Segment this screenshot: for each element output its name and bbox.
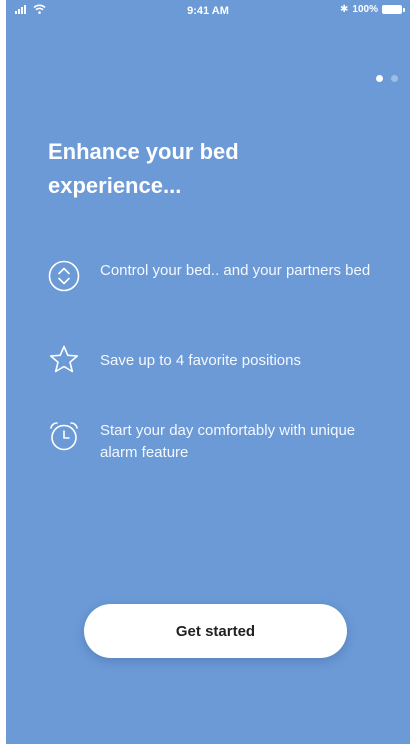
- feature-text: Save up to 4 favorite positions: [100, 352, 301, 369]
- page-dot-1: [376, 75, 383, 82]
- feature-text: Start your day comfortably with unique a…: [100, 422, 356, 461]
- status-right: ✱ 100%: [340, 4, 405, 15]
- star-icon: [49, 345, 79, 373]
- feature-item: Save up to 4 favorite positions: [48, 344, 378, 376]
- battery-percent: 100%: [352, 4, 378, 15]
- alarm-clock-icon: [50, 422, 78, 451]
- feature-item: Control your bed.. and your partners bed: [48, 260, 378, 292]
- onboarding-screen: 9:41 AM ✱ 100% Enhance your bed experien…: [6, 0, 410, 744]
- up-down-arrows-icon: [48, 260, 80, 292]
- page-indicator: [376, 75, 398, 82]
- onboarding-headline: Enhance your bed experience...: [48, 139, 239, 198]
- feature-text: Control your bed.. and your partners bed: [100, 262, 371, 279]
- page-dot-2: [391, 75, 398, 82]
- bluetooth-icon: ✱: [340, 4, 349, 15]
- get-started-button[interactable]: Get started: [84, 604, 347, 658]
- feature-item: Start your day comfortably with unique a…: [48, 420, 378, 464]
- battery-icon: [382, 5, 405, 14]
- status-bar: 9:41 AM ✱ 100%: [6, 0, 410, 22]
